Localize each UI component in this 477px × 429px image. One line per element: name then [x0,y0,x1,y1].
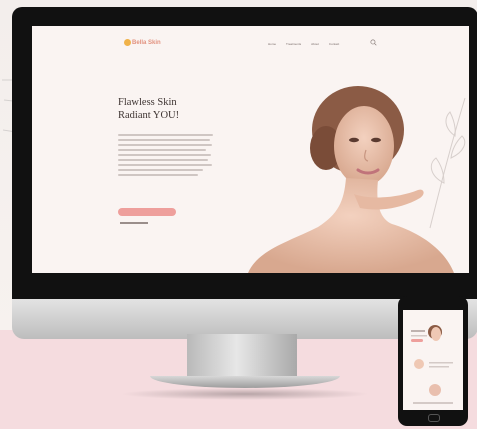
text-line [118,169,203,171]
hero-title: Flawless Skin Radiant YOU! [118,96,238,122]
text-line [118,159,208,161]
nav-item-contact[interactable]: Contact [329,42,339,46]
text-line [118,154,211,156]
text-line [118,164,212,166]
hero-title-line1: Flawless Skin [118,97,177,108]
site-header: Bella Skin Home Treatments About Contact [32,26,469,56]
stand-shadow [120,388,370,400]
hero-model-photo [248,86,454,273]
product-mockup-scene: Bella Skin Home Treatments About Contact… [0,0,477,429]
mobile-screen [403,310,463,410]
nav-item-treatments[interactable]: Treatments [286,42,301,46]
text-line [118,174,198,176]
site-nav: Home Treatments About Contact [268,42,339,46]
hero-body-text [118,134,213,179]
logo-icon [124,39,131,46]
text-line [118,149,206,151]
mobile-phone [398,296,468,426]
nav-item-home[interactable]: Home [268,42,276,46]
secondary-link[interactable] [120,222,148,224]
text-line [118,144,212,146]
cta-button[interactable] [118,208,176,216]
phone-home-button[interactable] [428,414,440,422]
website-screen: Bella Skin Home Treatments About Contact… [32,26,469,273]
mobile-site-preview [403,310,463,410]
nav-item-about[interactable]: About [311,42,319,46]
monitor-stand [187,334,297,380]
site-logo[interactable]: Bella Skin [132,40,161,46]
search-icon[interactable] [370,39,377,46]
text-line [118,134,213,136]
text-line [118,139,210,141]
hero-title-line2: Radiant YOU! [118,110,180,121]
